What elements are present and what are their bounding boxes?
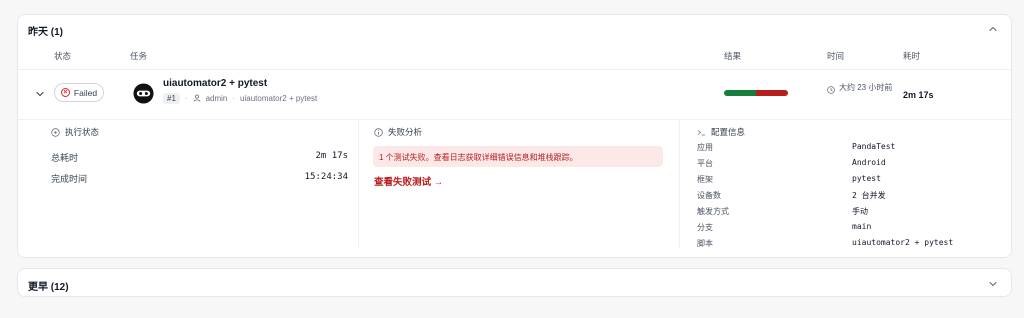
config-value: 手动 [852, 207, 868, 216]
clock-icon [827, 86, 835, 94]
config-value: PandaTest [852, 142, 896, 151]
run-script: uiautomator2 + pytest [240, 93, 318, 103]
run-meta: #1 · admin · uiautomator2 + pytest [163, 92, 317, 104]
run-duration: 2m 17s [903, 90, 934, 100]
col-time: 时间 [827, 51, 845, 61]
chevron-down-icon[interactable] [987, 278, 999, 290]
failure-alert: 1 个测试失败。查看日志获取详细错误信息和堆栈跟踪。 [373, 146, 663, 167]
status-badge: × Failed [54, 83, 104, 102]
config-value: main [852, 222, 872, 231]
config-label: 应用 [697, 143, 713, 152]
info-icon [374, 127, 383, 137]
col-result: 结果 [724, 51, 742, 61]
exec-row-finished: 完成时间 15:24:34 [51, 172, 348, 185]
config-label: 设备数 [697, 191, 721, 200]
config-label: 触发方式 [697, 207, 729, 216]
table-header: 状态 任务 结果 时间 耗时 [18, 47, 1011, 69]
config-heading: 配置信息 [697, 126, 745, 138]
config-row: 设备数 2 台并发 [697, 190, 999, 201]
config-value: pytest [852, 174, 881, 183]
result-bar [724, 90, 788, 96]
table-row[interactable]: × Failed uiautomator2 + pytest #1 · admi… [18, 69, 1011, 120]
config-row: 应用 PandaTest [697, 142, 999, 153]
config-row: 框架 pytest [697, 174, 999, 185]
chevron-down-icon[interactable] [35, 89, 45, 99]
config-value: uiautomator2 + pytest [852, 238, 954, 247]
config-row: 平台 Android [697, 158, 999, 169]
run-time-text: 大约 23 小时前 [839, 83, 893, 92]
config-value: 2 台并发 [852, 191, 886, 200]
group-title: 昨天 (1) [28, 27, 63, 38]
config-label: 框架 [697, 175, 713, 184]
run-user: admin [205, 93, 228, 103]
config-label: 脚本 [697, 239, 713, 248]
exec-row-total: 总耗时 2m 17s [51, 151, 348, 164]
separator: · [184, 93, 188, 103]
execution-heading-text: 执行状态 [65, 127, 100, 137]
col-duration: 耗时 [903, 51, 921, 61]
x-circle-icon: × [60, 88, 70, 97]
config-value: Android [852, 158, 886, 167]
col-task: 任务 [130, 51, 148, 61]
config-row: 分支 main [697, 222, 999, 233]
failure-panel: 失败分析 1 个测试失败。查看日志获取详细错误信息和堆栈跟踪。 查看失败测试 → [358, 120, 678, 248]
exec-value: 2m 17s [315, 151, 348, 161]
group-earlier[interactable]: 更早 (12) [17, 268, 1012, 297]
result-bar-passed [724, 90, 756, 96]
user-icon [193, 94, 200, 102]
config-label: 分支 [697, 223, 713, 232]
result-bar-failed [756, 90, 788, 96]
group-header[interactable]: 昨天 (1) [18, 15, 1011, 43]
status-label: Failed [73, 87, 98, 98]
exec-label: 完成时间 [51, 174, 88, 184]
separator: · [232, 93, 236, 103]
framework-logo [133, 83, 154, 104]
failure-heading-text: 失败分析 [388, 127, 423, 137]
group-title: 更早 (12) [28, 282, 69, 293]
col-status: 状态 [54, 51, 72, 61]
config-heading-text: 配置信息 [711, 127, 746, 137]
config-label: 平台 [697, 159, 713, 168]
config-panel: 配置信息 应用 PandaTest 平台 Android 框架 pytest 设备数 2… [679, 120, 999, 248]
view-failed-tests-link[interactable]: 查看失败测试 → [374, 174, 443, 188]
terminal-icon [697, 129, 705, 135]
execution-heading: 执行状态 [51, 126, 99, 138]
run-number: #1 [163, 92, 180, 104]
execution-panel: 执行状态 总耗时 2m 17s 完成时间 15:24:34 [43, 120, 348, 248]
run-title[interactable]: uiautomator2 + pytest [163, 78, 267, 89]
failure-heading: 失败分析 [374, 126, 422, 138]
group-yesterday: 昨天 (1) 状态 任务 结果 时间 耗时 × Failed uiautomat… [17, 14, 1012, 258]
config-row: 触发方式 手动 [697, 206, 999, 217]
config-row: 脚本 uiautomator2 + pytest [697, 238, 999, 249]
chevron-up-icon[interactable] [987, 23, 999, 35]
activity-icon [51, 127, 60, 137]
run-details: 执行状态 总耗时 2m 17s 完成时间 15:24:34 失败分析 1 个测试… [18, 120, 1011, 257]
exec-value: 15:24:34 [304, 172, 348, 182]
exec-label: 总耗时 [51, 153, 79, 163]
